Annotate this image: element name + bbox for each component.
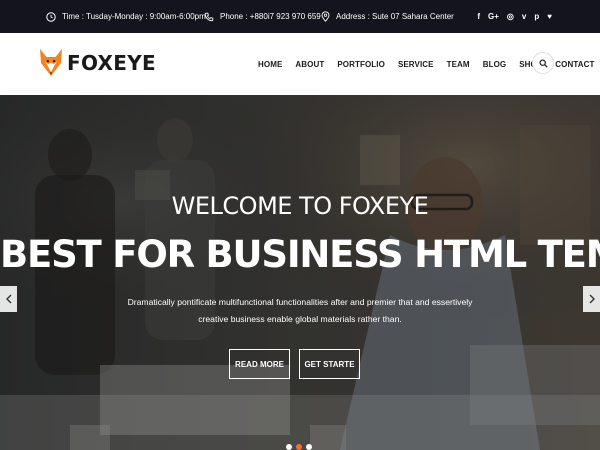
hero-description: Dramatically pontificate multifunctional…	[100, 294, 500, 328]
hero-slider: WELCOME TO FOXEYE BEST FOR BUSINESS HTML…	[0, 95, 600, 450]
nav-service[interactable]: SERVICE	[398, 60, 434, 69]
hero-description-line-2: creative business enable global material…	[198, 314, 402, 324]
get-started-button[interactable]: GET STARTE	[299, 349, 360, 379]
hero-title: WELCOME TO FOXEYE	[171, 192, 429, 220]
nav-portfolio[interactable]: PORTFOLIO	[337, 60, 385, 69]
hero-description-line-1: Dramatically pontificate multifunctional…	[127, 297, 473, 307]
phone-text: Phone : +880i7 923 970 659	[220, 12, 321, 21]
address-info: Address : Sute 07 Sahara Center	[321, 0, 454, 33]
slider-dot-active[interactable]	[296, 444, 302, 450]
google-plus-icon[interactable]: G+	[488, 12, 499, 21]
top-info-bar: Time : Tusday-Monday : 9:00am-6:00pm Pho…	[0, 0, 600, 33]
location-pin-icon	[321, 11, 330, 22]
site-header: FOXEYE HOME ABOUT PORTFOLIO SERVICE TEAM…	[0, 33, 600, 95]
pinterest-icon[interactable]: p	[534, 12, 539, 21]
search-icon	[539, 59, 548, 68]
opening-hours: Time : Tusday-Monday : 9:00am-6:00pm	[46, 0, 206, 33]
read-more-button[interactable]: READ MORE	[229, 349, 290, 379]
opening-hours-text: Time : Tusday-Monday : 9:00am-6:00pm	[62, 12, 206, 21]
phone-info: Phone : +880i7 923 970 659	[204, 0, 321, 33]
facebook-icon[interactable]: f	[477, 12, 480, 21]
logo-text: FOXEYE	[67, 51, 156, 75]
slider-dot[interactable]	[286, 444, 292, 450]
nav-home[interactable]: HOME	[258, 60, 282, 69]
vimeo-icon[interactable]: v	[522, 12, 526, 21]
nav-contact[interactable]: CONTACT	[555, 60, 594, 69]
social-links: f G+ ◎ v p ♥	[477, 0, 552, 33]
slider-dot[interactable]	[306, 444, 312, 450]
site-logo[interactable]: FOXEYE	[39, 48, 156, 78]
phone-icon	[204, 12, 214, 21]
search-button[interactable]	[532, 52, 554, 74]
heart-icon[interactable]: ♥	[547, 12, 552, 21]
nav-team[interactable]: TEAM	[447, 60, 470, 69]
slider-prev-button[interactable]	[0, 286, 17, 312]
dribbble-icon[interactable]: ◎	[507, 12, 514, 21]
slider-dots	[286, 444, 312, 450]
chevron-left-icon	[5, 294, 11, 304]
slider-next-button[interactable]	[583, 286, 600, 312]
chevron-right-icon	[589, 294, 595, 304]
nav-about[interactable]: ABOUT	[295, 60, 324, 69]
address-text: Address : Sute 07 Sahara Center	[336, 12, 454, 21]
clock-icon	[46, 11, 56, 22]
nav-blog[interactable]: BLOG	[483, 60, 507, 69]
fox-logo-icon	[40, 49, 62, 76]
hero-headline: BEST FOR BUSINESS HTML TEMPLATE	[0, 233, 600, 276]
